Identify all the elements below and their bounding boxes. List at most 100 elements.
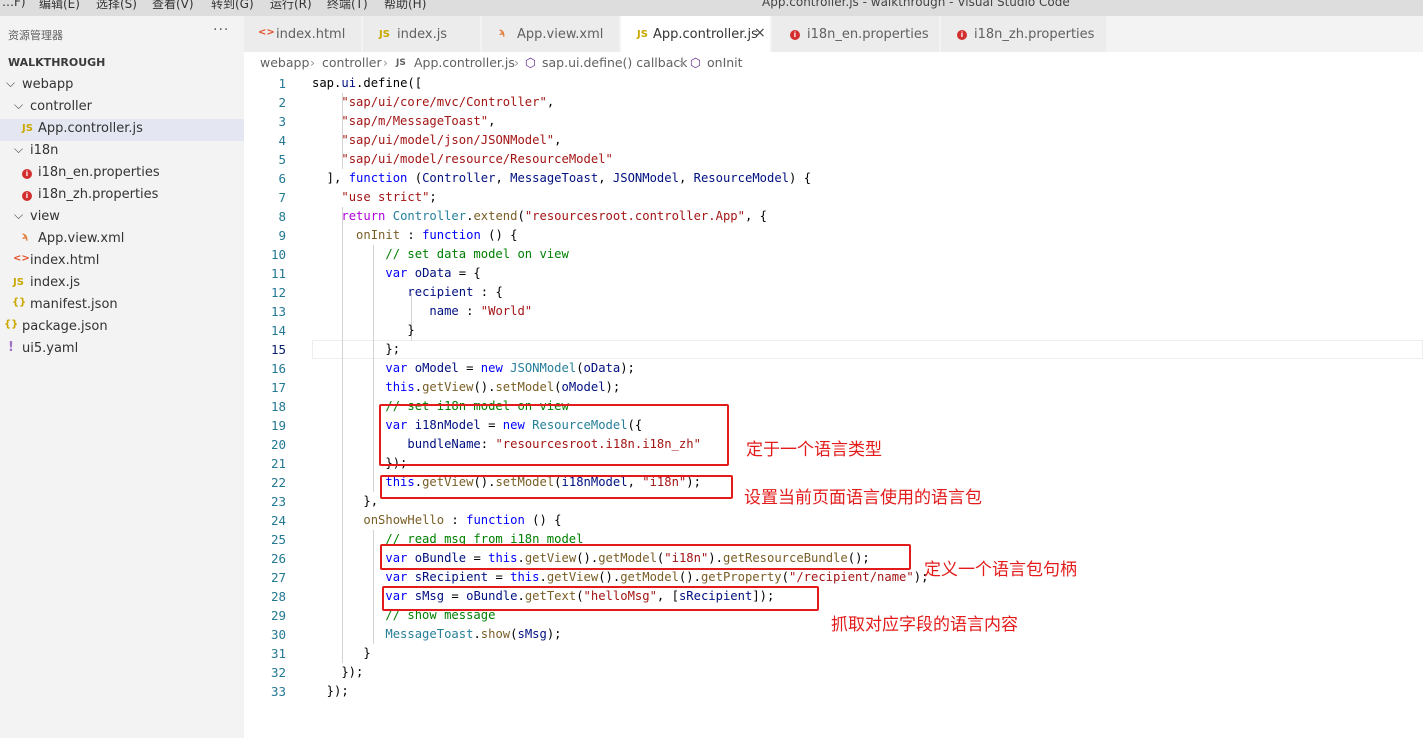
code-line[interactable]: }); — [312, 663, 363, 682]
code-line[interactable]: "sap/ui/core/mvc/Controller", — [312, 93, 554, 112]
code-line[interactable]: "sap/m/MessageToast", — [312, 112, 495, 131]
code-line[interactable]: var oData = { — [312, 264, 480, 283]
tab-app-view-xml[interactable]: ϡ App.view.xml — [482, 16, 620, 52]
close-icon[interactable]: × — [754, 25, 766, 41]
code-token: MessageToast — [510, 171, 599, 185]
tab-index-html[interactable]: <> index.html — [244, 16, 362, 52]
code-line[interactable]: // set data model on view — [312, 245, 568, 264]
code-line[interactable]: return Controller.extend("resourcesroot.… — [312, 207, 767, 226]
tree-file-package[interactable]: {} package.json — [0, 317, 244, 339]
code-token: extend — [473, 209, 518, 223]
line-number: 20 — [270, 437, 286, 452]
code-line[interactable]: var sRecipient = this.getView().getModel… — [312, 568, 928, 587]
tree-folder-view[interactable]: ⌵ view — [0, 207, 244, 229]
code-token: function — [348, 171, 408, 185]
line-number: 17 — [270, 380, 286, 395]
breadcrumb-item[interactable]: controller — [322, 55, 382, 70]
tree-folder-controller[interactable]: ⌵ controller — [0, 97, 244, 119]
tree-file-app-view[interactable]: ϡ App.view.xml — [0, 229, 244, 251]
tab-index-js[interactable]: JS index.js — [363, 16, 481, 52]
code-line[interactable]: MessageToast.show(sMsg); — [312, 625, 561, 644]
breadcrumb-item[interactable]: webapp — [260, 55, 309, 70]
code-token: : — [400, 228, 423, 242]
code-line[interactable]: var oModel = new JSONModel(oData); — [312, 359, 635, 378]
menu-run[interactable]: 运行(R) — [270, 0, 312, 12]
code-line[interactable]: ], function (Controller, MessageToast, J… — [312, 169, 811, 188]
code-token: "resourcesroot.controller.App" — [524, 209, 745, 223]
code-token: "World" — [480, 304, 533, 318]
code-line[interactable]: }; — [312, 340, 400, 359]
menu-terminal[interactable]: 终端(T) — [327, 0, 368, 12]
breadcrumb-item[interactable]: App.controller.js — [414, 55, 515, 70]
code-token: ) { — [789, 171, 812, 185]
tree-file-index-html[interactable]: <> index.html — [0, 251, 244, 273]
tree-item-label: webapp — [22, 77, 74, 92]
code-token: .define([ — [356, 76, 423, 90]
code-token: ); — [605, 380, 621, 394]
code-line[interactable]: sap.ui.define([ — [312, 74, 422, 93]
code-token: . — [473, 627, 481, 641]
code-token: , — [554, 133, 562, 147]
menu-view[interactable]: 查看(V) — [152, 0, 194, 12]
code-line[interactable]: recipient : { — [312, 283, 502, 302]
tab-i18n-zh[interactable]: i i18n_zh.properties — [941, 16, 1107, 52]
code-token: } — [312, 646, 371, 660]
tree-file-manifest[interactable]: {} manifest.json — [0, 295, 244, 317]
code-line[interactable]: onShowHello : function () { — [312, 511, 561, 530]
menu-selection[interactable]: 选择(S) — [96, 0, 137, 12]
line-number: 25 — [270, 532, 286, 547]
menu-file[interactable]: …F) — [2, 0, 26, 9]
yaml-file-icon: ! — [8, 340, 14, 355]
menu-help[interactable]: 帮助(H) — [384, 0, 426, 12]
tree-file-app-controller[interactable]: JS App.controller.js — [0, 119, 244, 141]
code-line[interactable]: "sap/ui/model/resource/ResourceModel" — [312, 150, 613, 169]
json-file-icon: {} — [12, 297, 27, 308]
tree-folder-i18n[interactable]: ⌵ i18n — [0, 141, 244, 163]
menu-edit[interactable]: 编辑(E) — [39, 0, 80, 12]
code-line[interactable]: }); — [312, 682, 349, 701]
code-line[interactable]: }, — [312, 492, 378, 511]
javascript-file-icon: JS — [637, 29, 648, 40]
javascript-file-icon: JS — [379, 29, 390, 40]
breadcrumb-item[interactable]: sap.ui.define() callback — [542, 55, 687, 70]
code-token: ( — [407, 171, 423, 185]
workspace-section-header[interactable]: WALKTHROUGH — [8, 56, 105, 69]
code-token: }); — [312, 684, 349, 698]
line-number: 4 — [278, 133, 286, 148]
tree-folder-webapp[interactable]: ⌵ webapp — [0, 75, 244, 97]
chevron-down-icon: ⌵ — [14, 98, 24, 112]
line-number: 11 — [270, 266, 286, 281]
code-line[interactable]: } — [312, 644, 371, 663]
code-token: var — [385, 266, 408, 280]
tree-item-label: ui5.yaml — [22, 341, 79, 356]
breadcrumb-item[interactable]: onInit — [707, 55, 743, 70]
code-token: sMsg — [517, 627, 547, 641]
tab-i18n-en[interactable]: i i18n_en.properties — [772, 16, 940, 52]
more-actions-icon[interactable]: ··· — [213, 22, 229, 38]
code-line[interactable]: "use strict"; — [312, 188, 436, 207]
tree-file-i18n-en[interactable]: i i18n_en.properties — [0, 163, 244, 185]
menu-go[interactable]: 转到(G) — [211, 0, 254, 12]
tab-label: App.controller.js — [653, 27, 758, 42]
tree-item-label: i18n_zh.properties — [38, 187, 159, 202]
tree-file-ui5-yaml[interactable]: ! ui5.yaml — [0, 339, 244, 361]
code-line[interactable]: } — [312, 321, 414, 340]
code-line[interactable]: name : "World" — [312, 302, 532, 321]
tree-file-i18n-zh[interactable]: i i18n_zh.properties — [0, 185, 244, 207]
code-line[interactable]: this.getView().setModel(oModel); — [312, 378, 620, 397]
tab-app-controller-js[interactable]: JS App.controller.js × — [621, 16, 771, 52]
tree-file-index-js[interactable]: JS index.js — [0, 273, 244, 295]
code-line[interactable]: "sap/ui/model/json/JSONModel", — [312, 131, 562, 150]
code-line[interactable]: onInit : function () { — [312, 226, 517, 245]
